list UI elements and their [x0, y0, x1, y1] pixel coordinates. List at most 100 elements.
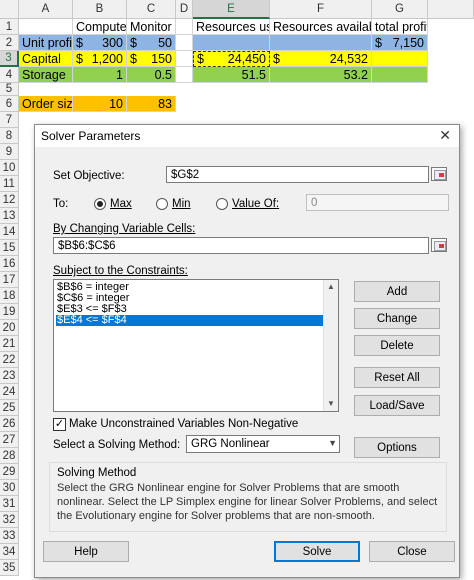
- row-header-25[interactable]: 25: [0, 400, 19, 416]
- row-header-1[interactable]: 1: [0, 19, 19, 35]
- row-header-17[interactable]: 17: [0, 272, 19, 288]
- max-label[interactable]: Max: [110, 198, 132, 210]
- cell-d4[interactable]: [176, 67, 193, 83]
- options-button[interactable]: Options: [354, 437, 440, 458]
- row-header-34[interactable]: 34: [0, 544, 19, 560]
- delete-button[interactable]: Delete: [354, 335, 440, 356]
- row-header-11[interactable]: 11: [0, 176, 19, 192]
- cell-b6[interactable]: 10: [73, 96, 127, 112]
- scroll-down-icon[interactable]: ▼: [324, 397, 338, 411]
- row-header-19[interactable]: 19: [0, 304, 19, 320]
- cell-f1[interactable]: Resources available: [270, 19, 372, 35]
- column-header-a[interactable]: A: [19, 0, 73, 19]
- cell-e1[interactable]: Resources used: [193, 19, 270, 35]
- changing-cells-input[interactable]: $B$6:$C$6: [53, 237, 429, 254]
- cell-e3[interactable]: $24,450: [193, 51, 270, 67]
- row-header-28[interactable]: 28: [0, 448, 19, 464]
- close-icon[interactable]: ✕: [439, 127, 451, 144]
- list-item-selected[interactable]: $E$4 <= $F$4: [56, 315, 323, 326]
- row-header-13[interactable]: 13: [0, 208, 19, 224]
- row-header-35[interactable]: 35: [0, 560, 19, 576]
- scroll-up-icon[interactable]: ▲: [324, 280, 338, 294]
- row-header-27[interactable]: 27: [0, 432, 19, 448]
- cell-c6[interactable]: 83: [127, 96, 176, 112]
- row-header-18[interactable]: 18: [0, 288, 19, 304]
- solving-method-select[interactable]: GRG Nonlinear ▼: [186, 435, 340, 453]
- column-header-d[interactable]: D: [176, 0, 193, 19]
- row-header-5[interactable]: 5: [0, 83, 19, 96]
- row-header-14[interactable]: 14: [0, 224, 19, 240]
- cell-d1[interactable]: [176, 19, 193, 35]
- value-of-label[interactable]: Value Of:: [232, 198, 279, 210]
- min-radio[interactable]: [156, 198, 168, 210]
- cell-f2[interactable]: [270, 35, 372, 51]
- row-header-21[interactable]: 21: [0, 336, 19, 352]
- solve-button[interactable]: Solve: [274, 541, 360, 562]
- objective-input[interactable]: $G$2: [166, 166, 429, 183]
- row-header-10[interactable]: 10: [0, 160, 19, 176]
- cell-c1[interactable]: Monitor: [127, 19, 176, 35]
- row-header-31[interactable]: 31: [0, 496, 19, 512]
- row-header-30[interactable]: 30: [0, 480, 19, 496]
- nonnegative-label[interactable]: Make Unconstrained Variables Non-Negativ…: [69, 418, 298, 430]
- cell-d2[interactable]: [176, 35, 193, 51]
- row-header-16[interactable]: 16: [0, 256, 19, 272]
- objective-range-selector-icon[interactable]: [431, 167, 447, 181]
- cell-g2[interactable]: $7,150: [372, 35, 428, 51]
- cell-c4[interactable]: 0.5: [127, 67, 176, 83]
- row-header-6[interactable]: 6: [0, 96, 19, 112]
- row-header-26[interactable]: 26: [0, 416, 19, 432]
- row-header-15[interactable]: 15: [0, 240, 19, 256]
- cell-e2[interactable]: [193, 35, 270, 51]
- column-header-e[interactable]: E: [193, 0, 270, 19]
- row-header-3[interactable]: 3: [0, 51, 19, 67]
- row-header-23[interactable]: 23: [0, 368, 19, 384]
- row-header-12[interactable]: 12: [0, 192, 19, 208]
- cell-a2[interactable]: Unit profit: [19, 35, 73, 51]
- column-header-b[interactable]: B: [73, 0, 127, 19]
- cell-c2[interactable]: $50: [127, 35, 176, 51]
- row-header-22[interactable]: 22: [0, 352, 19, 368]
- dialog-titlebar[interactable]: Solver Parameters ✕: [35, 125, 459, 147]
- row-header-8[interactable]: 8: [0, 128, 19, 144]
- cell-g4[interactable]: [372, 67, 428, 83]
- column-header-c[interactable]: C: [127, 0, 176, 19]
- cell-f3[interactable]: $24,532: [270, 51, 372, 67]
- add-button[interactable]: Add: [354, 281, 440, 302]
- reset-all-button[interactable]: Reset All: [354, 367, 440, 388]
- cell-a1[interactable]: [19, 19, 73, 35]
- row-header-4[interactable]: 4: [0, 67, 19, 83]
- close-button[interactable]: Close: [369, 541, 455, 562]
- row-header-33[interactable]: 33: [0, 528, 19, 544]
- cell-c3[interactable]: $150: [127, 51, 176, 67]
- row-header-29[interactable]: 29: [0, 464, 19, 480]
- row-header-7[interactable]: 7: [0, 112, 19, 128]
- cell-e4[interactable]: 51.5: [193, 67, 270, 83]
- cell-b2[interactable]: $300: [73, 35, 127, 51]
- cell-a6[interactable]: Order size: [19, 96, 73, 112]
- cell-b4[interactable]: 1: [73, 67, 127, 83]
- help-button[interactable]: Help: [43, 541, 129, 562]
- cell-f4[interactable]: 53.2: [270, 67, 372, 83]
- row-header-2[interactable]: 2: [0, 35, 19, 51]
- change-button[interactable]: Change: [354, 308, 440, 329]
- value-of-input[interactable]: 0: [306, 194, 449, 211]
- cell-a3[interactable]: Capital: [19, 51, 73, 67]
- changing-cells-range-selector-icon[interactable]: [431, 238, 447, 252]
- cell-g1[interactable]: total profit: [372, 19, 428, 35]
- cell-b1[interactable]: Computer: [73, 19, 127, 35]
- nonnegative-checkbox[interactable]: ✓: [53, 418, 66, 431]
- min-label[interactable]: Min: [172, 198, 191, 210]
- cell-d3[interactable]: [176, 51, 193, 67]
- row-header-32[interactable]: 32: [0, 512, 19, 528]
- load-save-button[interactable]: Load/Save: [354, 395, 440, 416]
- cell-b3[interactable]: $1,200: [73, 51, 127, 67]
- constraints-scrollbar[interactable]: ▲ ▼: [323, 280, 338, 411]
- cell-a4[interactable]: Storage: [19, 67, 73, 83]
- max-radio[interactable]: [94, 198, 106, 210]
- row-header-9[interactable]: 9: [0, 144, 19, 160]
- select-all-corner[interactable]: [0, 0, 19, 19]
- column-header-f[interactable]: F: [270, 0, 372, 19]
- cell-g3[interactable]: [372, 51, 428, 67]
- row-header-20[interactable]: 20: [0, 320, 19, 336]
